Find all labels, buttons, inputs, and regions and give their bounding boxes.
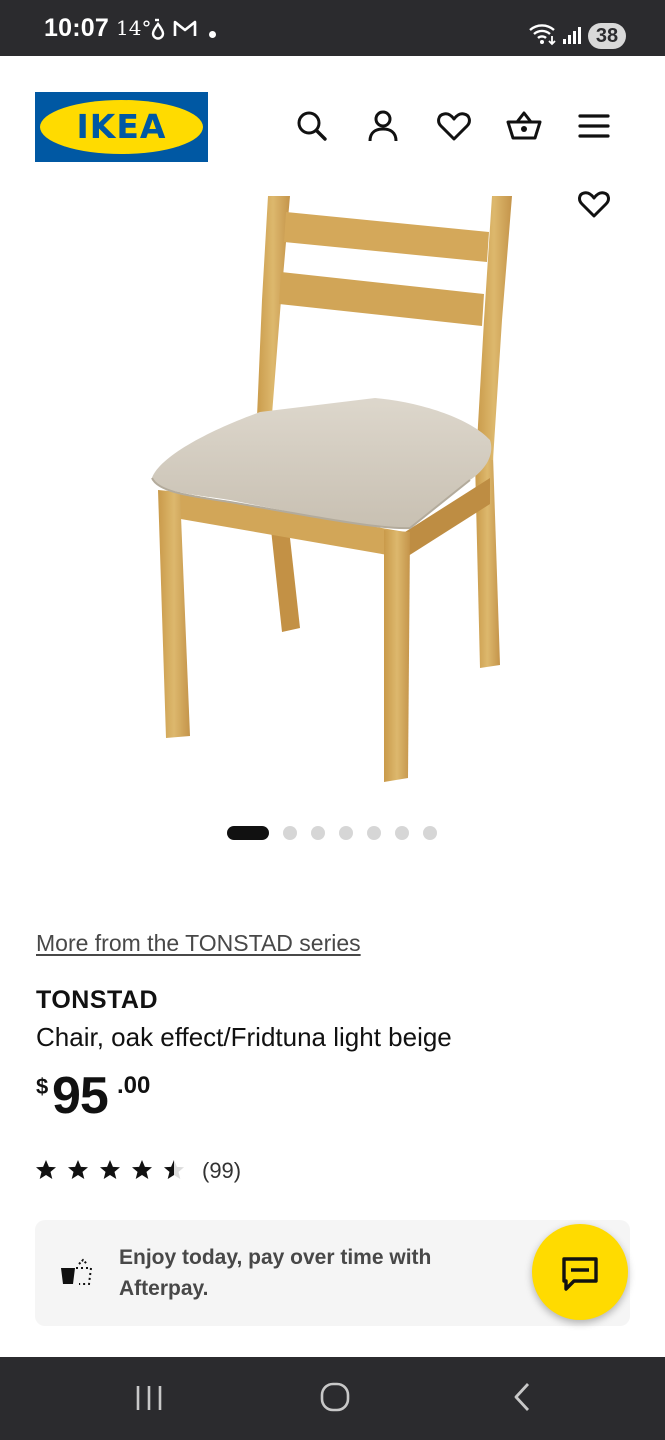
- chair-illustration: [151, 196, 512, 782]
- wifi-icon: [528, 22, 558, 51]
- save-to-favorites-icon[interactable]: [577, 190, 611, 225]
- star-icon: [36, 1160, 152, 1179]
- chat-icon: [562, 1257, 598, 1291]
- back-icon[interactable]: [508, 1381, 536, 1418]
- rating-stars[interactable]: [35, 1158, 185, 1189]
- carousel-dot[interactable]: [283, 826, 297, 840]
- price-integer: 95: [52, 1067, 109, 1125]
- carousel-dot[interactable]: [339, 826, 353, 840]
- afterpay-icon: [59, 1258, 95, 1293]
- favorites-icon[interactable]: [436, 108, 472, 144]
- cart-icon[interactable]: [506, 108, 542, 144]
- drop-icon: [150, 18, 166, 45]
- menu-icon[interactable]: [576, 108, 612, 144]
- carousel-indicator: [227, 826, 451, 840]
- home-icon[interactable]: [319, 1381, 351, 1418]
- status-time: 10:07: [44, 14, 109, 42]
- signal-icon: [562, 26, 582, 49]
- mail-icon: [173, 20, 197, 43]
- product-description: Chair, oak effect/Fridtuna light beige: [36, 1022, 452, 1052]
- status-bar: 10:07 14° 38: [0, 0, 665, 56]
- account-icon[interactable]: [365, 108, 401, 144]
- navigation-bar: [0, 1357, 665, 1440]
- afterpay-text: Enjoy today, pay over time with Afterpay…: [119, 1246, 432, 1300]
- carousel-dot[interactable]: [367, 826, 381, 840]
- price-decimal: .00: [117, 1072, 151, 1099]
- logo-text: IKEA: [76, 107, 167, 146]
- search-icon[interactable]: [294, 108, 330, 144]
- product-image[interactable]: [0, 196, 665, 796]
- review-count[interactable]: (99): [202, 1158, 241, 1184]
- notification-dot: [209, 31, 216, 38]
- carousel-dot[interactable]: [423, 826, 437, 840]
- product-name: TONSTAD: [36, 986, 159, 1014]
- chat-button[interactable]: [532, 1224, 628, 1320]
- price-currency: $: [36, 1074, 49, 1099]
- status-temperature: 14°: [116, 16, 152, 40]
- series-link[interactable]: More from the TONSTAD series: [36, 930, 361, 957]
- ikea-logo[interactable]: IKEA: [35, 92, 208, 162]
- carousel-dot-active[interactable]: [227, 826, 269, 840]
- carousel-dot[interactable]: [311, 826, 325, 840]
- recent-apps-icon[interactable]: [134, 1383, 164, 1418]
- battery-indicator: 38: [588, 23, 626, 49]
- carousel-dot[interactable]: [395, 826, 409, 840]
